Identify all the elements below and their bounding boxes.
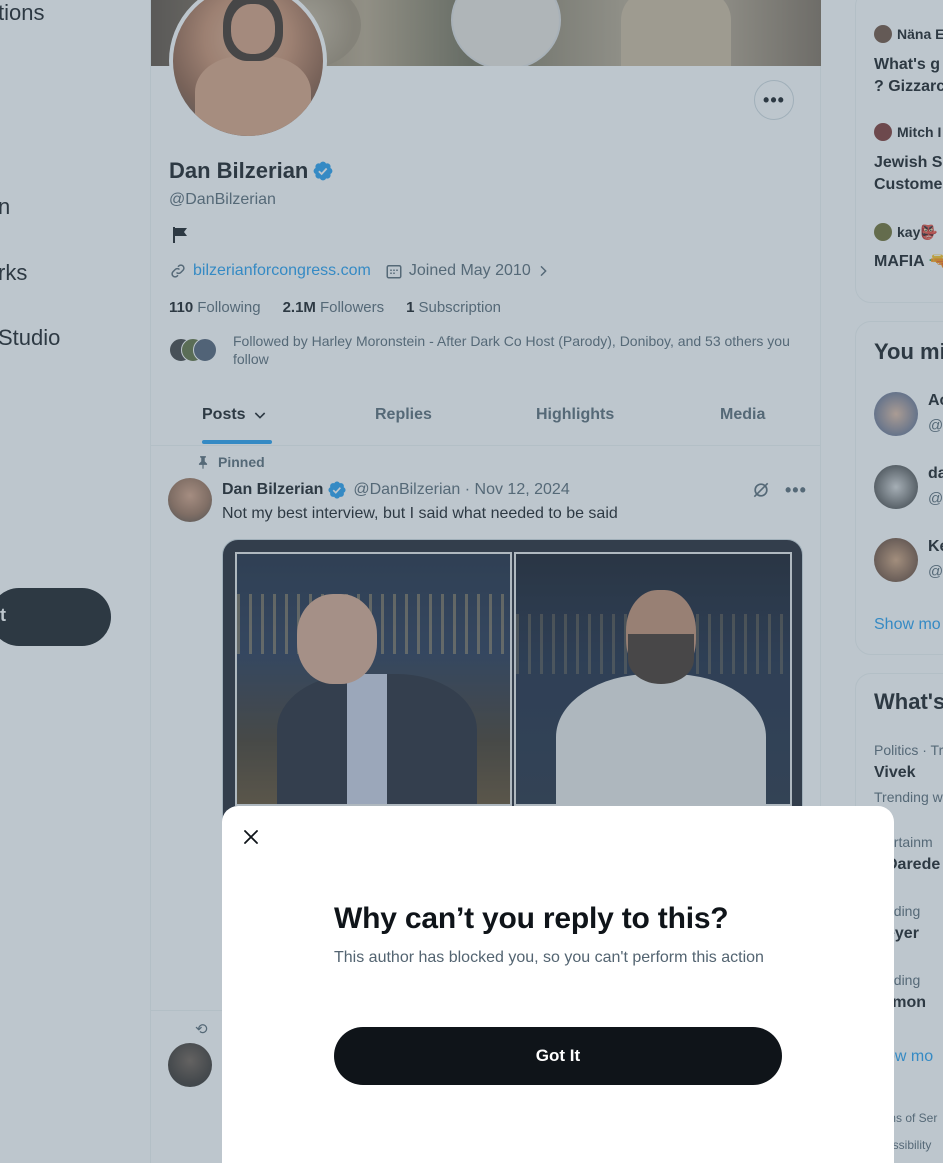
blocked-reply-dialog: Why can’t you reply to this? This author…	[222, 806, 894, 1163]
close-icon	[244, 830, 258, 844]
dialog-body: This author has blocked you, so you can'…	[334, 949, 764, 966]
dialog-title: Why can’t you reply to this?	[334, 902, 729, 935]
close-button[interactable]	[236, 822, 266, 852]
got-it-button[interactable]: Got It	[334, 1027, 782, 1085]
